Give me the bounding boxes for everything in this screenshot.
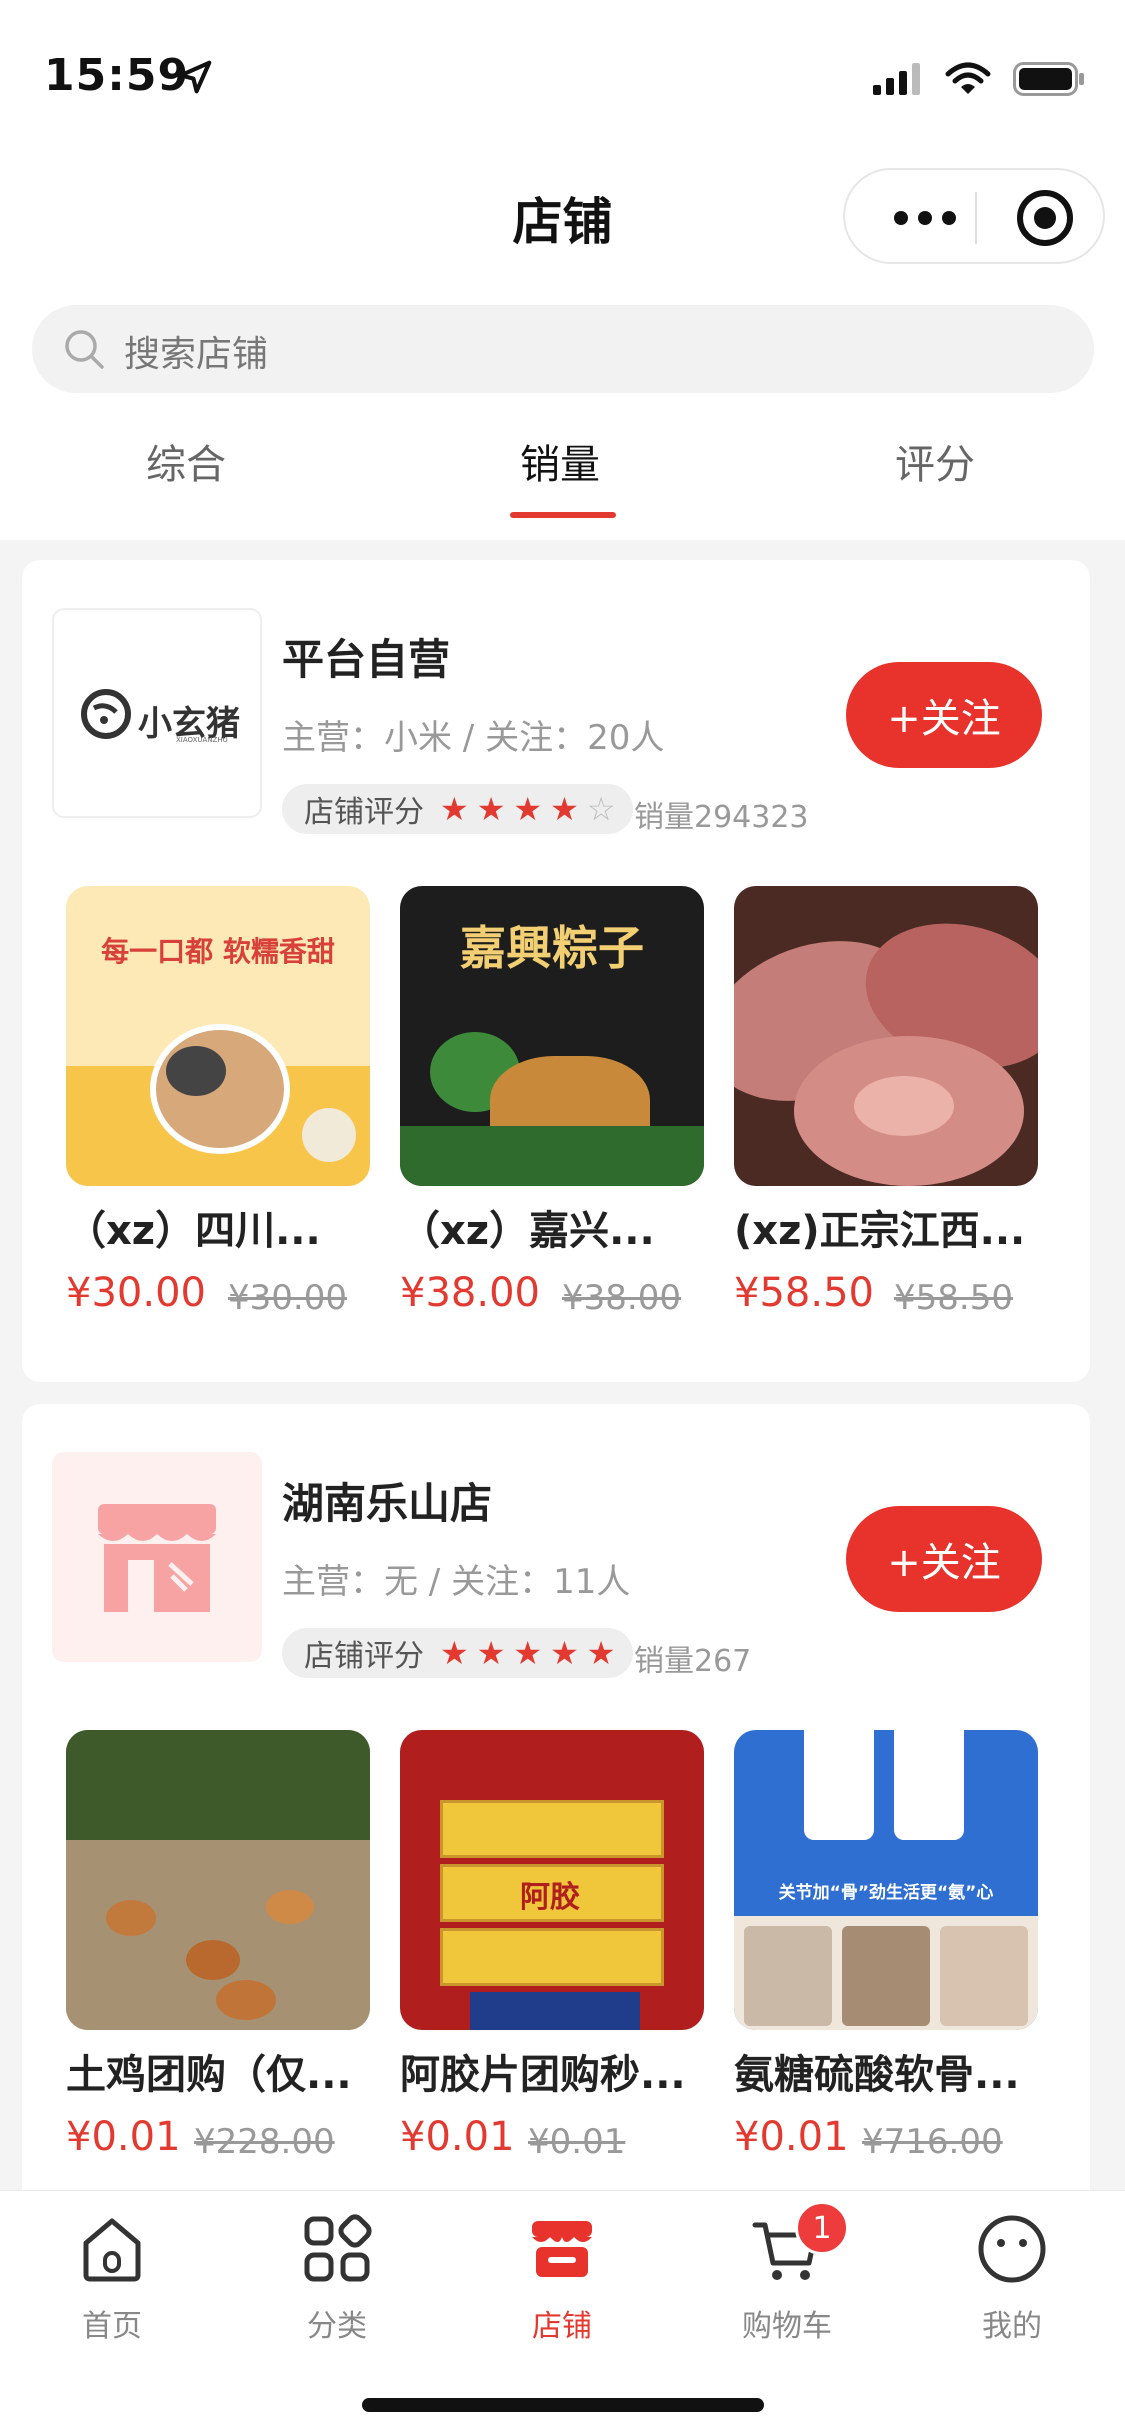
tabbar-item-profile[interactable]: 我的: [912, 2201, 1112, 2361]
tab-sales[interactable]: 销量: [520, 432, 600, 490]
star-icon: ★: [586, 1634, 616, 1672]
status-icons: [873, 62, 1085, 96]
logo-subtext: XIAOXUANZHU: [176, 736, 228, 744]
product-image: 关节加“骨”劲生活更“氨”心: [734, 1730, 1038, 2030]
tabbar-label: 购物车: [742, 2309, 832, 2344]
tab-comprehensive[interactable]: 综合: [146, 432, 226, 490]
shop-icon: [532, 2221, 592, 2277]
product-image: [66, 1730, 370, 2030]
follow-button[interactable]: +关注: [846, 1506, 1042, 1612]
product-item[interactable]: 阿胶 阿胶片团购秒... ¥0.01 ¥0.01: [400, 1730, 704, 2162]
product-image: 每一口都 软糯香甜: [66, 886, 370, 1186]
status-bar: 15:59: [0, 0, 1125, 160]
star-icon: ★: [440, 1634, 469, 1672]
home-icon: [83, 2218, 141, 2282]
star-icon: ★: [476, 790, 506, 828]
capsule-divider: [975, 192, 977, 244]
shop-info: 主营：无 / 关注：11人: [282, 1562, 631, 1602]
shop-name[interactable]: 平台自营: [282, 626, 450, 687]
product-image: 阿胶: [400, 1730, 704, 2030]
search-icon: [65, 330, 104, 369]
product-image: [734, 886, 1038, 1186]
location-arrow-icon: [178, 60, 212, 94]
product-name: 土鸡团购（仅...: [66, 2052, 352, 2098]
product-original-price: ¥38.00: [562, 1278, 681, 1318]
nav-bar: 店铺: [0, 160, 1125, 290]
product-item[interactable]: 每一口都 软糯香甜 （xz）四川... ¥30.00 ¥30.00: [66, 886, 370, 1318]
shop-rating: 店铺评分 ★ ★ ★ ★ ☆: [282, 784, 634, 834]
star-icon: ★: [476, 1634, 506, 1672]
tabbar-label: 分类: [307, 2309, 367, 2344]
shop-card[interactable]: 湖南乐山店 主营：无 / 关注：11人 店铺评分 ★ ★ ★ ★ ★ 销量267…: [22, 1404, 1090, 2264]
tabbar-item-home[interactable]: 首页: [12, 2201, 212, 2361]
follow-button[interactable]: +关注: [846, 662, 1042, 768]
tabbar-item-shop[interactable]: 店铺: [462, 2201, 662, 2361]
sort-tabs: 综合 销量 评分: [0, 420, 1125, 530]
product-name: 阿胶片团购秒...: [400, 2052, 686, 2098]
more-icon[interactable]: [885, 198, 965, 238]
product-original-price: ¥0.01: [528, 2122, 626, 2162]
tab-rating[interactable]: 评分: [895, 432, 975, 490]
product-price: ¥30.00: [66, 1270, 206, 1316]
product-item[interactable]: 嘉興粽子 （xz）嘉兴... ¥38.00 ¥38.00: [400, 886, 704, 1318]
active-tab-indicator: [510, 512, 616, 518]
product-original-price: ¥30.00: [228, 1278, 347, 1318]
product-original-price: ¥228.00: [194, 2122, 335, 2162]
shop-logo: [52, 1452, 262, 1662]
tabbar-label: 店铺: [532, 2309, 592, 2344]
star-icon: ★: [440, 790, 469, 828]
product-name: （xz）嘉兴...: [400, 1208, 655, 1254]
rating-label: 店铺评分: [304, 1639, 424, 1674]
status-time: 15:59: [44, 50, 190, 101]
profile-icon: [978, 2215, 1046, 2283]
product-original-price: ¥716.00: [862, 2122, 1003, 2162]
star-icon: ★: [513, 790, 543, 828]
home-indicator[interactable]: [362, 2398, 764, 2412]
product-price: ¥38.00: [400, 1270, 540, 1316]
product-original-price: ¥58.50: [894, 1278, 1013, 1318]
shop-sales: 销量294323: [634, 800, 809, 835]
signal-icon: [873, 63, 920, 95]
product-name: (xz)正宗江西...: [734, 1208, 1026, 1254]
product-item[interactable]: (xz)正宗江西... ¥58.50 ¥58.50: [734, 886, 1038, 1318]
product-image-caption: 阿胶: [520, 1880, 580, 1915]
product-image-caption: 关节加“骨”劲生活更“氨”心: [778, 1883, 994, 1903]
shop-rating: 店铺评分 ★ ★ ★ ★ ★: [282, 1628, 634, 1678]
product-name: 氨糖硫酸软骨...: [734, 2052, 1020, 2098]
product-image: 嘉興粽子: [400, 886, 704, 1186]
tabbar-item-category[interactable]: 分类: [237, 2201, 437, 2361]
search-placeholder: 搜索店铺: [124, 334, 269, 375]
product-image-caption: 嘉興粽子: [460, 921, 644, 975]
cart-badge: 1: [795, 2201, 849, 2255]
shop-info: 主营：小米 / 关注：20人: [282, 718, 665, 758]
star-icon: ★: [513, 1634, 543, 1672]
tabbar-label: 我的: [982, 2309, 1042, 2344]
product-name: （xz）四川...: [66, 1208, 321, 1254]
star-empty-icon: ☆: [586, 790, 616, 828]
shop-name[interactable]: 湖南乐山店: [282, 1470, 492, 1531]
shop-sales: 销量267: [634, 1644, 752, 1679]
product-item[interactable]: 关节加“骨”劲生活更“氨”心 氨糖硫酸软骨... ¥0.01 ¥716.00: [734, 1730, 1038, 2162]
shop-card[interactable]: 小玄猪 XIAOXUANZHU 平台自营 主营：小米 / 关注：20人 店铺评分…: [22, 560, 1090, 1382]
app-screen: 15:59 店铺 搜索店铺 综合 销量 评分 小玄猪 XIAOXUANZHU 平…: [0, 0, 1125, 2436]
tabbar-item-cart[interactable]: 1 购物车: [687, 2201, 887, 2361]
shop-logo: 小玄猪 XIAOXUANZHU: [52, 608, 262, 818]
product-price: ¥0.01: [66, 2114, 181, 2160]
product-image-caption: 每一口都 软糯香甜: [101, 935, 335, 968]
category-icon: [304, 2214, 372, 2282]
star-icon: ★: [550, 1634, 579, 1672]
tabbar-label: 首页: [82, 2309, 142, 2344]
product-price: ¥0.01: [400, 2114, 515, 2160]
rating-label: 店铺评分: [304, 795, 424, 830]
star-icon: ★: [550, 790, 579, 828]
product-item[interactable]: 土鸡团购（仅... ¥0.01 ¥228.00: [66, 1730, 370, 2162]
product-price: ¥0.01: [734, 2114, 849, 2160]
search-bar[interactable]: 搜索店铺: [32, 305, 1094, 393]
wifi-icon: [945, 62, 991, 94]
shop-placeholder-icon: [98, 1504, 216, 1612]
close-target-icon[interactable]: [1017, 190, 1073, 246]
miniprogram-capsule: [843, 168, 1105, 264]
product-price: ¥58.50: [734, 1270, 874, 1316]
battery-icon: [1013, 62, 1084, 96]
